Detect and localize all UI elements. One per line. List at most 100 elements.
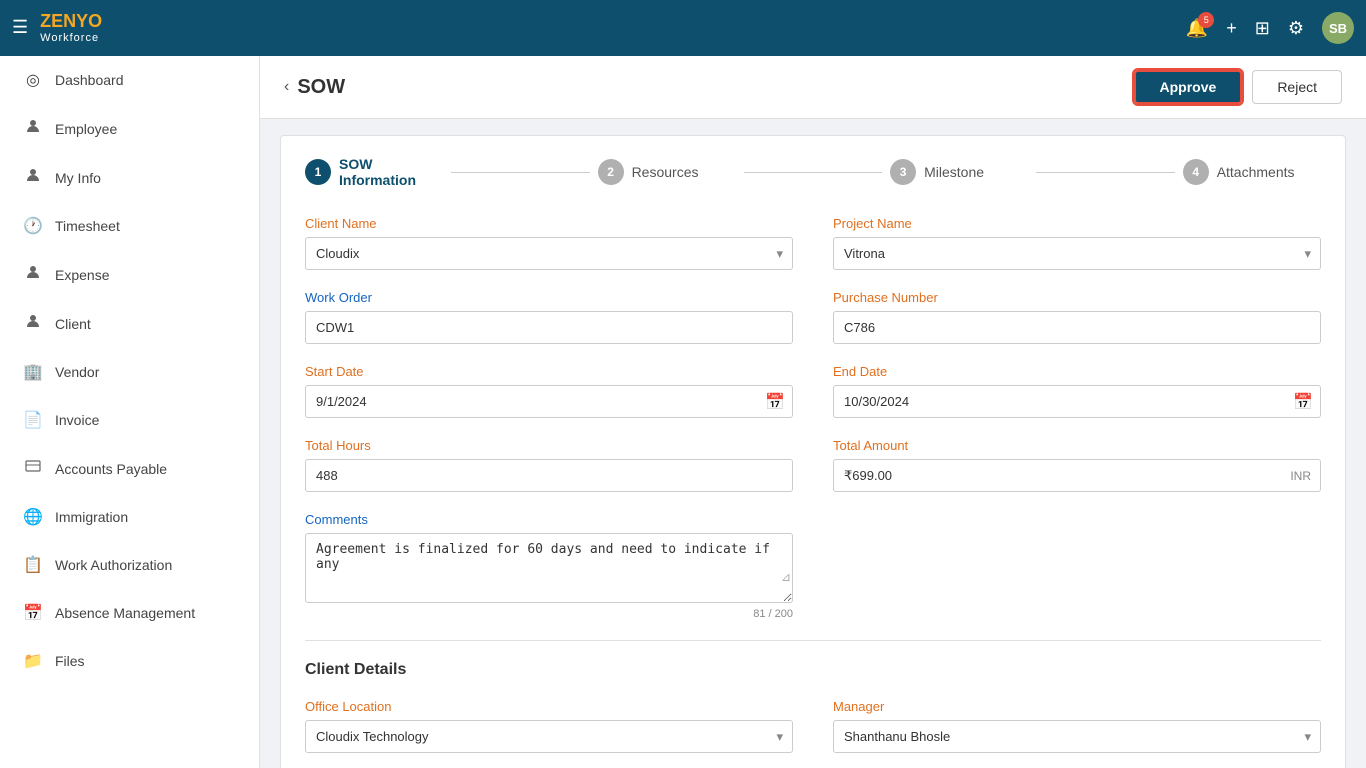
work-order-label: Work Order <box>305 290 793 305</box>
form-row-6: Office Location Cloudix Technology Manag… <box>305 699 1321 753</box>
expense-icon <box>23 264 43 285</box>
dashboard-icon: ◎ <box>23 70 43 90</box>
notification-icon[interactable]: 🔔 5 <box>1186 18 1208 39</box>
client-name-select-wrapper: Cloudix <box>305 237 793 270</box>
sidebar-item-timesheet[interactable]: 🕐 Timesheet <box>0 202 259 250</box>
resize-handle-icon[interactable]: ⊿ <box>781 570 791 584</box>
client-details-title: Client Details <box>305 661 1321 679</box>
char-count: 81 / 200 <box>305 608 793 620</box>
comments-textarea[interactable] <box>305 533 793 603</box>
form-group-total-amount: Total Amount INR <box>833 438 1321 492</box>
main-layout: ◎ Dashboard Employee My Info 🕐 Timesheet… <box>0 56 1366 768</box>
header-buttons: Approve Reject <box>1134 70 1342 104</box>
office-location-select-wrapper: Cloudix Technology <box>305 720 793 753</box>
sidebar-label-expense: Expense <box>55 267 109 283</box>
total-hours-input[interactable] <box>305 459 793 492</box>
office-location-select[interactable]: Cloudix Technology <box>305 720 793 753</box>
reject-button[interactable]: Reject <box>1252 70 1342 104</box>
form-group-comments: Comments ⊿ 81 / 200 <box>305 512 793 620</box>
end-date-calendar-icon[interactable]: 📅 <box>1293 392 1313 412</box>
work-order-input[interactable] <box>305 311 793 344</box>
myinfo-icon <box>23 167 43 188</box>
sidebar-label-dashboard: Dashboard <box>55 72 124 88</box>
form-card: 1 SOW Information 2 Resources 3 Mileston… <box>280 135 1346 768</box>
sidebar-item-work-authorization[interactable]: 📋 Work Authorization <box>0 541 259 589</box>
end-date-wrapper: 📅 <box>833 385 1321 418</box>
manager-select[interactable]: Shanthanu Bhosle <box>833 720 1321 753</box>
comments-label: Comments <box>305 512 793 527</box>
sidebar-item-dashboard[interactable]: ◎ Dashboard <box>0 56 259 104</box>
sidebar-label-immigration: Immigration <box>55 509 128 525</box>
currency-label: INR <box>1290 469 1311 483</box>
form-group-office-location: Office Location Cloudix Technology <box>305 699 793 753</box>
settings-icon[interactable]: ⚙ <box>1288 18 1304 39</box>
form-row-5: Comments ⊿ 81 / 200 <box>305 512 1321 620</box>
comments-wrapper: ⊿ <box>305 533 793 606</box>
sidebar-label-invoice: Invoice <box>55 412 99 428</box>
form-group-purchase-number: Purchase Number <box>833 290 1321 344</box>
approve-button[interactable]: Approve <box>1134 70 1243 104</box>
project-name-select[interactable]: Vitrona <box>833 237 1321 270</box>
content-area: ‹ SOW Approve Reject 1 SOW Information 2… <box>260 56 1366 768</box>
total-amount-label: Total Amount <box>833 438 1321 453</box>
step-2-circle: 2 <box>598 159 624 185</box>
total-amount-input[interactable] <box>833 459 1321 492</box>
topnav-right: 🔔 5 + ⊞ ⚙ SB <box>1186 12 1354 44</box>
form-row-2: Work Order Purchase Number <box>305 290 1321 344</box>
manager-label: Manager <box>833 699 1321 714</box>
form-row-1: Client Name Cloudix Project Name Vitrona <box>305 216 1321 270</box>
avatar[interactable]: SB <box>1322 12 1354 44</box>
vendor-icon: 🏢 <box>23 362 43 382</box>
sidebar-item-vendor[interactable]: 🏢 Vendor <box>0 348 259 396</box>
step-connector-2 <box>744 172 882 173</box>
step-2: 2 Resources <box>598 159 736 185</box>
work-authorization-icon: 📋 <box>23 555 43 575</box>
sidebar-item-client[interactable]: Client <box>0 299 259 348</box>
sidebar-item-myinfo[interactable]: My Info <box>0 153 259 202</box>
sidebar-label-timesheet: Timesheet <box>55 218 120 234</box>
sidebar-item-files[interactable]: 📁 Files <box>0 637 259 685</box>
client-name-select[interactable]: Cloudix <box>305 237 793 270</box>
sidebar-label-files: Files <box>55 653 85 669</box>
step-2-label[interactable]: Resources <box>632 164 699 180</box>
logo-zenyo-text: ZENYO <box>40 12 102 32</box>
total-amount-wrapper: INR <box>833 459 1321 492</box>
sidebar-item-immigration[interactable]: 🌐 Immigration <box>0 493 259 541</box>
sidebar-item-employee[interactable]: Employee <box>0 104 259 153</box>
form-group-project-name: Project Name Vitrona <box>833 216 1321 270</box>
start-date-input[interactable] <box>305 385 793 418</box>
end-date-label: End Date <box>833 364 1321 379</box>
form-group-start-date: Start Date 📅 <box>305 364 793 418</box>
logo-workforce-text: Workforce <box>40 32 102 44</box>
section-divider <box>305 640 1321 641</box>
sidebar: ◎ Dashboard Employee My Info 🕐 Timesheet… <box>0 56 260 768</box>
add-icon[interactable]: + <box>1226 18 1237 39</box>
purchase-number-input[interactable] <box>833 311 1321 344</box>
menu-hamburger-icon[interactable]: ☰ <box>12 17 28 38</box>
sidebar-item-invoice[interactable]: 📄 Invoice <box>0 396 259 444</box>
step-3-label[interactable]: Milestone <box>924 164 984 180</box>
sidebar-item-absence-management[interactable]: 📅 Absence Management <box>0 589 259 637</box>
page-title-row: ‹ SOW <box>284 76 345 99</box>
step-1-label[interactable]: SOW Information <box>339 156 443 188</box>
total-hours-label: Total Hours <box>305 438 793 453</box>
manager-select-wrapper: Shanthanu Bhosle <box>833 720 1321 753</box>
step-connector-1 <box>451 172 589 173</box>
end-date-input[interactable] <box>833 385 1321 418</box>
form-group-work-order: Work Order <box>305 290 793 344</box>
form-group-client-name: Client Name Cloudix <box>305 216 793 270</box>
start-date-calendar-icon[interactable]: 📅 <box>765 392 785 412</box>
grid-icon[interactable]: ⊞ <box>1255 18 1270 39</box>
step-4-label[interactable]: Attachments <box>1217 164 1295 180</box>
invoice-icon: 📄 <box>23 410 43 430</box>
form-group-end-date: End Date 📅 <box>833 364 1321 418</box>
step-1: 1 SOW Information <box>305 156 443 188</box>
client-name-label: Client Name <box>305 216 793 231</box>
sidebar-label-absence-management: Absence Management <box>55 605 195 621</box>
back-arrow-icon[interactable]: ‹ <box>284 78 289 96</box>
step-3: 3 Milestone <box>890 159 1028 185</box>
purchase-number-label: Purchase Number <box>833 290 1321 305</box>
page-title: SOW <box>297 76 345 99</box>
sidebar-item-expense[interactable]: Expense <box>0 250 259 299</box>
sidebar-item-accounts-payable[interactable]: Accounts Payable <box>0 444 259 493</box>
